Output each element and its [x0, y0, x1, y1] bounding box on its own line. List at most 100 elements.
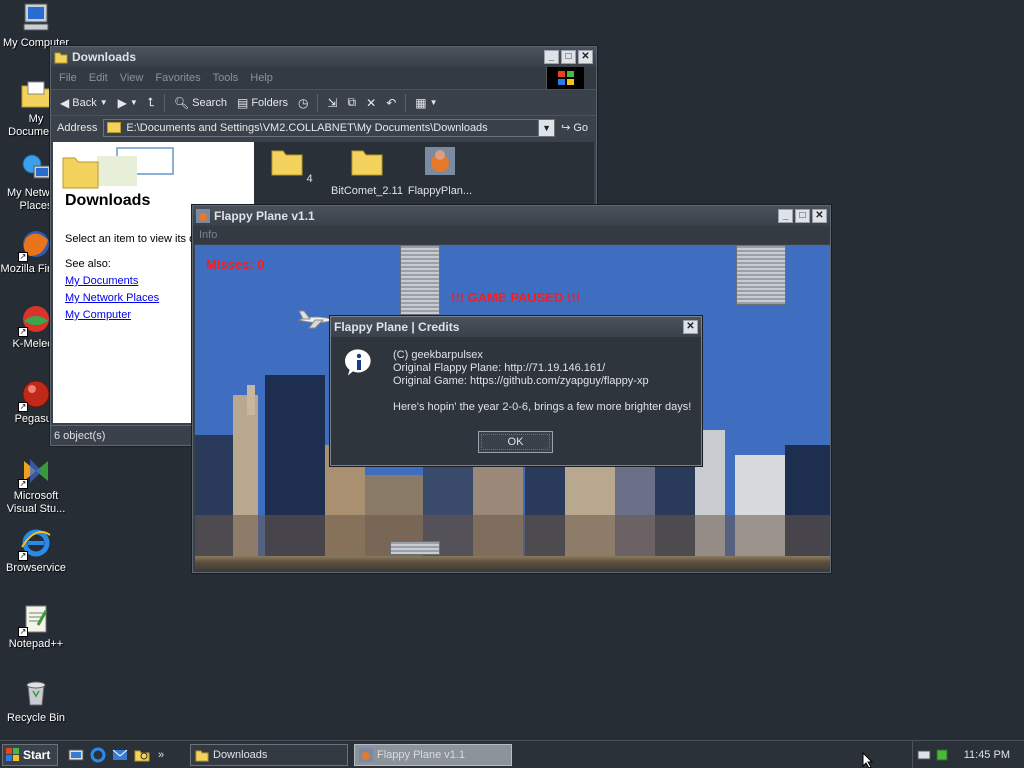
- desktop-icon-label: Browservice: [6, 562, 66, 574]
- app-icon: [196, 209, 210, 223]
- window-title: Flappy Plane v1.1: [214, 209, 315, 223]
- documents-folder-icon: [20, 78, 52, 110]
- desktop-icon-my-computer[interactable]: My Computer: [0, 2, 72, 50]
- app-icon: [425, 147, 455, 175]
- folders-button[interactable]: ▤ Folders: [234, 96, 291, 110]
- pipe-top: [736, 245, 786, 305]
- clock[interactable]: 11:45 PM: [964, 749, 1010, 761]
- status-text: 6 object(s): [54, 429, 106, 442]
- search-button[interactable]: 🔍︎ Search: [171, 96, 230, 110]
- safely-remove-tray-icon[interactable]: [935, 748, 949, 762]
- flappy-titlebar[interactable]: Flappy Plane v1.1 _ □ ✕: [193, 206, 830, 226]
- minimize-button[interactable]: _: [544, 50, 559, 64]
- dialog-titlebar[interactable]: Flappy Plane | Credits ✕: [331, 317, 701, 337]
- network-tray-icon[interactable]: [917, 748, 931, 762]
- app-icon: [359, 747, 373, 762]
- show-desktop-icon[interactable]: [68, 747, 84, 763]
- delete-button[interactable]: ✕: [363, 96, 379, 110]
- see-also-label: See also:: [65, 258, 111, 270]
- credit-line: Original Flappy Plane: http://71.19.146.…: [393, 362, 606, 374]
- windows-logo-icon: [546, 67, 584, 89]
- folder-icon: [195, 750, 209, 761]
- up-folder-button[interactable]: ⮤: [145, 95, 158, 110]
- menu-bar: File Edit View Favorites Tools Help: [51, 67, 596, 89]
- recycle-bin-icon: [20, 677, 52, 709]
- credits-dialog[interactable]: Flappy Plane | Credits ✕ (C) geekbarpuls…: [330, 316, 702, 466]
- internet-explorer-icon[interactable]: [90, 747, 106, 763]
- folder-icon: [351, 150, 383, 176]
- file-item[interactable]: 4: [255, 146, 329, 185]
- undo-button[interactable]: ↶: [383, 96, 399, 110]
- link-my-computer[interactable]: My Computer: [65, 309, 131, 321]
- link-my-documents[interactable]: My Documents: [65, 275, 138, 287]
- address-label: Address: [57, 121, 98, 134]
- quick-launch: »: [68, 747, 164, 763]
- go-arrow-icon: ↪: [561, 122, 571, 134]
- quick-launch-more-icon[interactable]: »: [158, 749, 164, 761]
- start-button[interactable]: Start: [2, 743, 58, 766]
- ground-strip: [195, 556, 830, 572]
- taskbar-button-flappy-plane[interactable]: Flappy Plane v1.1: [354, 743, 512, 766]
- delete-icon: ✕: [366, 95, 377, 110]
- link-my-network-places[interactable]: My Network Places: [65, 292, 159, 304]
- windows-explorer-icon[interactable]: [134, 747, 150, 763]
- back-button[interactable]: ◀ Back ▼: [57, 96, 111, 110]
- menu-edit[interactable]: Edit: [89, 72, 108, 84]
- menu-file[interactable]: File: [59, 72, 77, 84]
- desktop-icon-visual-studio[interactable]: ↗ Microsoft Visual Stu...: [0, 455, 72, 516]
- views-button[interactable]: ▦ ▼: [412, 96, 440, 110]
- file-item[interactable]: FlappyPlan...: [403, 146, 477, 197]
- desktop-icon-notepad-plus-plus[interactable]: ↗ Notepad++: [0, 603, 72, 651]
- desktop-icon-recycle-bin[interactable]: Recycle Bin: [0, 677, 72, 725]
- undo-icon: ↶: [386, 95, 397, 110]
- folder-icon: [271, 150, 303, 176]
- desktop-icon-browservice[interactable]: ↗ Browservice: [0, 527, 72, 575]
- pipe-top: [400, 245, 440, 315]
- ok-button[interactable]: OK: [478, 431, 553, 453]
- close-button[interactable]: ✕: [578, 50, 593, 64]
- network-icon: [20, 152, 52, 184]
- close-button[interactable]: ✕: [812, 209, 827, 223]
- menu-tools[interactable]: Tools: [213, 72, 239, 84]
- folder-banner-icon: [62, 147, 174, 189]
- forward-button[interactable]: ▶ ▼: [115, 96, 141, 110]
- copy-to-button[interactable]: ⧉: [345, 95, 360, 110]
- desktop-icon-label: Notepad++: [8, 638, 64, 650]
- pipe-bottom: [390, 541, 440, 555]
- toolbar-separator: [317, 93, 319, 112]
- address-dropdown-button[interactable]: ▼: [538, 119, 555, 136]
- up-folder-icon: ⮤: [147, 95, 155, 109]
- explorer-titlebar[interactable]: Downloads _ □ ✕: [51, 47, 596, 67]
- desktop-icon-label: Recycle Bin: [6, 712, 66, 724]
- history-button[interactable]: ◷: [295, 96, 311, 110]
- standard-toolbar: ◀ Back ▼ ▶ ▼ ⮤ 🔍︎ Search ▤ Folders ◷ ⇲ ⧉…: [51, 89, 596, 115]
- outlook-express-icon[interactable]: [112, 747, 128, 763]
- folder-icon: [54, 50, 68, 64]
- toolbar-separator: [405, 93, 407, 112]
- folder-icon: [107, 122, 122, 133]
- file-name: 4: [306, 173, 313, 185]
- credit-line: Original Game: https://github.com/zyapgu…: [393, 375, 649, 387]
- file-item[interactable]: BitComet_2.11: [330, 146, 404, 197]
- taskbar-button-downloads[interactable]: Downloads: [190, 743, 348, 766]
- address-input[interactable]: E:\Documents and Settings\VM2.COLLABNET\…: [103, 118, 556, 137]
- search-icon: 🔍︎: [173, 95, 190, 110]
- go-button[interactable]: ↪ Go: [561, 121, 588, 135]
- move-to-button[interactable]: ⇲: [324, 96, 340, 110]
- maximize-button[interactable]: □: [561, 50, 576, 64]
- chevron-down-icon: ▼: [429, 98, 438, 107]
- close-button[interactable]: ✕: [683, 320, 698, 334]
- misses-counter: Misses: 0: [206, 257, 265, 272]
- menu-help[interactable]: Help: [250, 72, 273, 84]
- folders-icon: ▤: [236, 95, 249, 110]
- menu-info[interactable]: Info: [199, 229, 217, 241]
- notepad-plus-plus-icon: ↗: [18, 603, 52, 637]
- menu-view[interactable]: View: [120, 72, 144, 84]
- chevron-down-icon: ▼: [99, 98, 108, 107]
- taskpane-title: Downloads: [65, 192, 151, 209]
- copy-to-icon: ⧉: [347, 95, 357, 109]
- minimize-button[interactable]: _: [778, 209, 793, 223]
- menu-favorites[interactable]: Favorites: [155, 72, 200, 84]
- window-title: Downloads: [72, 50, 137, 64]
- maximize-button[interactable]: □: [795, 209, 810, 223]
